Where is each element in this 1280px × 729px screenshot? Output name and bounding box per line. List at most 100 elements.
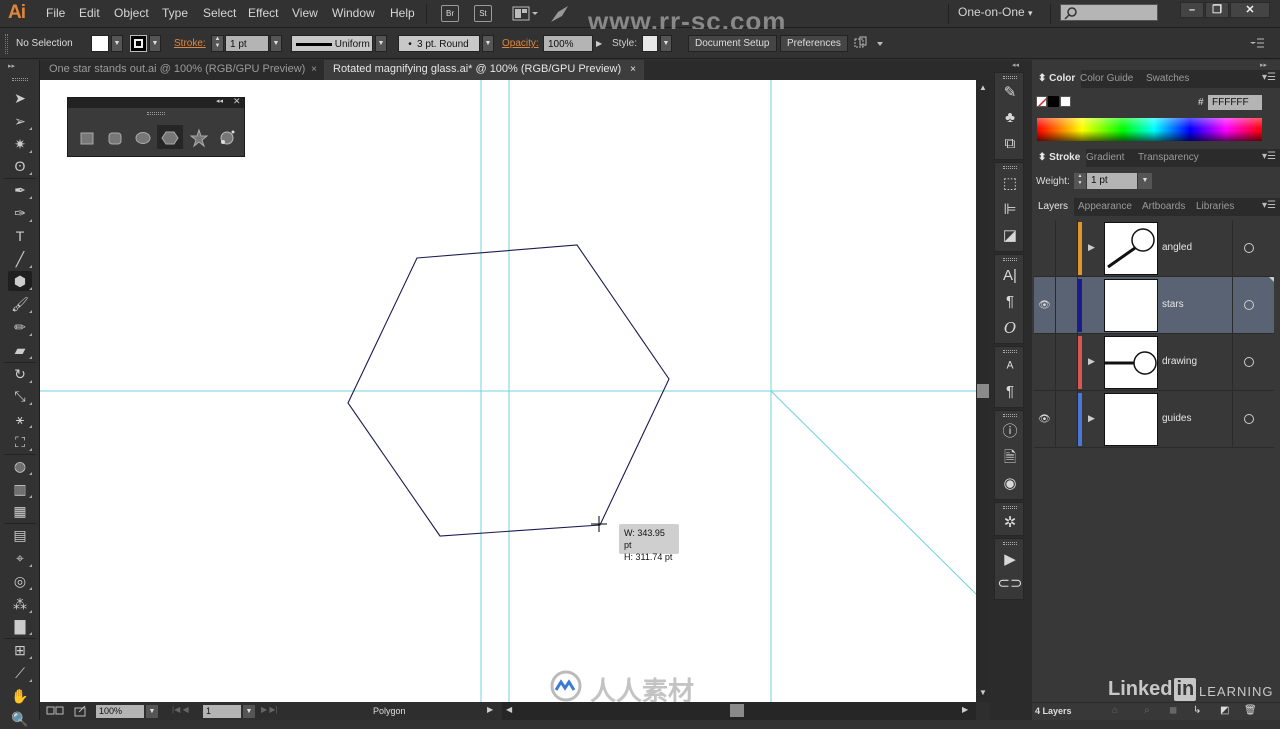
panel-menu-icon[interactable]: ▾☰: [1262, 200, 1276, 211]
none-swatch[interactable]: [1036, 96, 1047, 107]
style-dropdown[interactable]: ▼: [660, 35, 672, 52]
menu-window[interactable]: Window: [332, 6, 375, 20]
layer-name[interactable]: stars: [1162, 299, 1184, 310]
hex-field[interactable]: FFFFFF: [1208, 95, 1262, 110]
stock-button[interactable]: St: [474, 5, 492, 22]
visibility-toggle[interactable]: 👁: [1034, 277, 1056, 334]
scale-tool[interactable]: ⤡: [8, 386, 32, 406]
diagonal-guide[interactable]: [770, 390, 976, 595]
menu-view[interactable]: View: [292, 6, 318, 20]
transform-icon[interactable]: ⧉: [995, 133, 1025, 155]
minimize-button[interactable]: –: [1180, 2, 1204, 18]
character-icon[interactable]: A|: [995, 265, 1025, 287]
weight-stepper[interactable]: ▲ ▼: [1074, 173, 1086, 189]
vertical-scrollbar[interactable]: ▲ ▼: [976, 80, 990, 702]
arrange-documents-button[interactable]: [512, 5, 540, 22]
target-circle-icon[interactable]: [1244, 300, 1254, 310]
profile-dropdown[interactable]: ▼: [375, 35, 387, 52]
share-icon[interactable]: [74, 705, 88, 717]
visibility-toggle[interactable]: 👁: [1034, 391, 1056, 448]
polygon-tool[interactable]: ⬢: [8, 271, 32, 292]
info-icon[interactable]: ⓘ: [995, 421, 1025, 443]
opacity-label[interactable]: Opacity:: [502, 38, 539, 49]
layer-row-drawing[interactable]: ▶ drawing: [1034, 334, 1274, 391]
tab-swatches[interactable]: Swatches: [1140, 70, 1195, 88]
tab-artboards[interactable]: Artboards: [1136, 198, 1191, 216]
stroke-dropdown[interactable]: ▼: [149, 35, 161, 52]
grip-handle[interactable]: [5, 34, 8, 54]
line-segment-tool[interactable]: ╱: [8, 249, 32, 269]
graphic-style-swatch[interactable]: [642, 35, 658, 52]
lock-toggle[interactable]: [1056, 334, 1078, 391]
arrange-icon[interactable]: [853, 36, 883, 52]
preferences-button[interactable]: Preferences: [780, 35, 848, 52]
scroll-thumb[interactable]: [977, 384, 989, 398]
target-circle-icon[interactable]: [1244, 243, 1254, 253]
symbols-icon[interactable]: ♣: [995, 107, 1025, 129]
first-artboard-icon[interactable]: |◀ ◀: [172, 705, 189, 714]
free-transform-tool[interactable]: ⛶: [8, 432, 32, 452]
artboard-number-field[interactable]: 1: [203, 705, 241, 718]
layer-name[interactable]: drawing: [1162, 356, 1197, 367]
zoom-tool[interactable]: 🔍: [8, 709, 32, 729]
tab-color-guide[interactable]: Color Guide: [1074, 70, 1139, 88]
document-info-icon[interactable]: 🗎: [995, 447, 1025, 469]
hand-tool[interactable]: ✋: [8, 686, 32, 706]
type-tool[interactable]: T: [8, 226, 32, 246]
scroll-thumb[interactable]: [730, 704, 744, 717]
stroke-weight-field[interactable]: 1 pt: [225, 35, 269, 52]
target-circle-icon[interactable]: [1244, 357, 1254, 367]
paragraph-icon[interactable]: ¶: [995, 291, 1025, 313]
grip-handle[interactable]: [1003, 76, 1017, 79]
lock-toggle[interactable]: [1056, 220, 1078, 277]
tab-gradient[interactable]: Gradient: [1080, 149, 1130, 167]
fill-swatch[interactable]: [91, 35, 109, 52]
locate-object-icon[interactable]: ⌕: [1144, 705, 1150, 716]
layer-name[interactable]: angled: [1162, 242, 1192, 253]
workspace-switcher[interactable]: One-on-One ▾: [958, 5, 1033, 19]
artboard-canvas[interactable]: ◂◂ ✕ W: 343.95 pt H: 311.74 pt 人人素材: [40, 80, 976, 702]
pencil-tool[interactable]: ✏: [8, 317, 32, 337]
delete-layer-icon[interactable]: 🗑: [1244, 705, 1257, 716]
close-tab-icon[interactable]: ×: [311, 60, 317, 79]
grip-handle[interactable]: [1003, 350, 1017, 353]
pen-tool[interactable]: ✒: [8, 180, 32, 200]
search-input[interactable]: [1060, 4, 1158, 21]
tab-layers[interactable]: Layers: [1032, 198, 1075, 216]
weight-field[interactable]: 1 pt: [1087, 173, 1137, 189]
rotate-tool[interactable]: ↻: [8, 364, 32, 384]
symbol-sprayer-tool[interactable]: ⁂: [8, 594, 32, 614]
opacity-field[interactable]: 100%: [543, 35, 593, 52]
menu-type[interactable]: Type: [162, 6, 188, 20]
control-bar-menu-icon[interactable]: [1250, 37, 1264, 49]
lock-toggle[interactable]: [1056, 277, 1078, 334]
collapse-icon[interactable]: ◂◂: [216, 97, 223, 105]
panel-menu-icon[interactable]: ▾☰: [1262, 72, 1276, 83]
align-icon[interactable]: ⊫: [995, 199, 1025, 221]
current-tool-status[interactable]: Polygon: [373, 706, 406, 716]
tab-appearance[interactable]: Appearance: [1072, 198, 1138, 216]
paintbrush-tool[interactable]: 🖌: [8, 294, 32, 314]
artboard-dropdown[interactable]: ▼: [243, 705, 255, 718]
collapse-dock-icon[interactable]: ◂◂: [1012, 61, 1019, 69]
slice-tool[interactable]: ⟋: [8, 663, 32, 683]
grip-handle[interactable]: [1003, 166, 1017, 169]
target-circle-icon[interactable]: [1244, 414, 1254, 424]
menu-object[interactable]: Object: [114, 6, 149, 20]
flare-tool-icon[interactable]: [220, 130, 235, 145]
perspective-grid-tool[interactable]: ▥: [8, 479, 32, 499]
clipping-mask-icon[interactable]: ◼: [1169, 705, 1177, 716]
gradient-tool[interactable]: ▤: [8, 525, 32, 545]
expand-toolbox-icon[interactable]: ▸▸: [8, 62, 15, 70]
opacity-arrow-icon[interactable]: ▶: [596, 39, 602, 48]
weight-dropdown[interactable]: ▼: [1138, 173, 1152, 189]
asset-export-icon[interactable]: ⊂⊃: [995, 573, 1025, 595]
zoom-field[interactable]: 100%: [96, 705, 144, 718]
visibility-toggle[interactable]: [1034, 220, 1056, 277]
variable-width-profile[interactable]: Uniform: [291, 35, 373, 52]
selection-tool[interactable]: ➤: [8, 88, 32, 108]
eyedropper-tool[interactable]: ⌖: [8, 548, 32, 568]
grip-handle[interactable]: [1003, 414, 1017, 417]
grip-handle[interactable]: [1003, 506, 1017, 509]
gpu-performance-icon[interactable]: [548, 4, 570, 24]
